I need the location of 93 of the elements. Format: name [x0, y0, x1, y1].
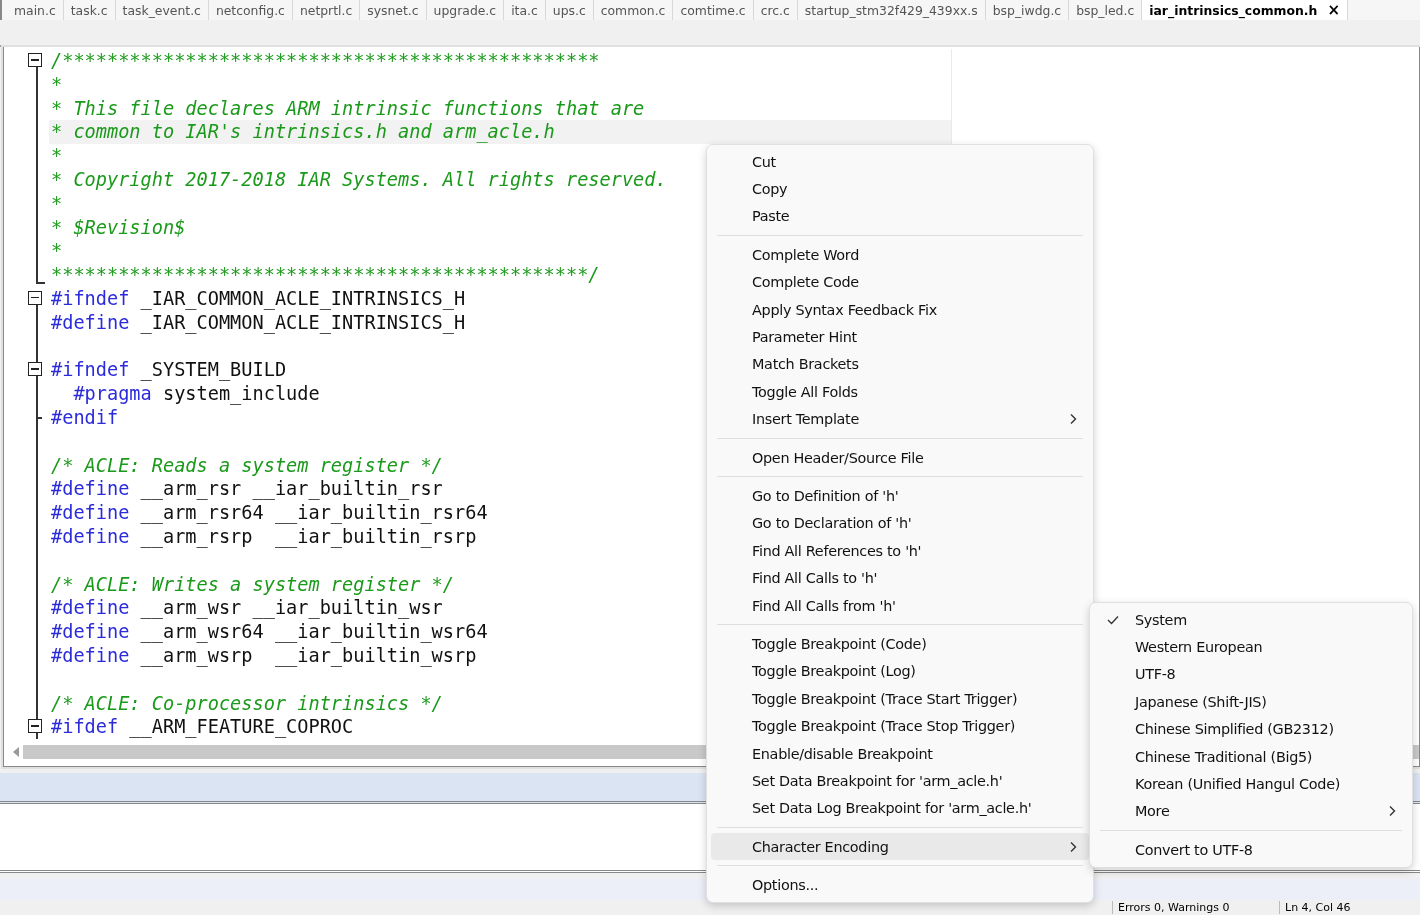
menu-item[interactable]: Japanese (Shift-JIS): [1094, 688, 1408, 716]
code-keyword: #define: [51, 502, 130, 524]
menu-item[interactable]: Cut: [711, 148, 1089, 176]
menu-item[interactable]: Toggle Breakpoint (Trace Start Trigger): [711, 685, 1089, 713]
file-tab[interactable]: sysnet.c: [360, 0, 427, 20]
menu-item[interactable]: Match Brackets: [711, 350, 1089, 379]
code-comment: * Copyright 2017-2018 IAR Systems. All rights reserved.: [51, 169, 667, 190]
menu-item[interactable]: Find All Calls to 'h': [711, 564, 1089, 592]
code-keyword: #define: [51, 644, 130, 666]
code-comment: /* ACLE: Co-processor intrinsics */: [51, 692, 443, 714]
menu-item[interactable]: Complete Code: [711, 268, 1089, 296]
collapse-icon[interactable]: [28, 719, 42, 734]
code-comment: * This file declares ARM intrinsic functions that are: [51, 97, 645, 119]
menu-item[interactable]: System: [1094, 606, 1408, 634]
menu-item[interactable]: Toggle Breakpoint (Code): [711, 630, 1089, 658]
code-comment: *: [51, 192, 63, 214]
menu-item[interactable]: Find All References to 'h': [711, 537, 1089, 565]
menu-item[interactable]: Insert Template: [711, 405, 1089, 433]
file-tab[interactable]: netprtl.c: [292, 0, 361, 20]
file-tab[interactable]: ita.c: [504, 0, 546, 20]
menu-item[interactable]: Character Encoding: [711, 833, 1089, 861]
menu-item[interactable]: Set Data Breakpoint for 'arm_acle.h': [711, 767, 1089, 795]
file-tab[interactable]: iar_intrinsics_common.h ×: [1142, 0, 1348, 20]
file-tab[interactable]: ups.c: [545, 0, 594, 20]
menu-item[interactable]: Apply Syntax Feedback Fix: [711, 295, 1089, 324]
file-tab[interactable]: bsp_iwdg.c: [985, 0, 1070, 20]
menu-item[interactable]: Toggle Breakpoint (Trace Stop Trigger): [711, 712, 1089, 740]
collapse-icon[interactable]: [28, 290, 42, 305]
code-text: __ARM_FEATURE_COPROC: [128, 716, 354, 738]
menu-item[interactable]: UTF-8: [1094, 660, 1408, 689]
code-keyword: #define: [51, 311, 130, 333]
file-tab[interactable]: crc.c: [753, 0, 798, 20]
file-tab[interactable]: comtime.c: [673, 0, 754, 20]
file-tab[interactable]: netconfig.c: [208, 0, 293, 20]
menu-item[interactable]: Western European: [1094, 633, 1408, 661]
file-tab[interactable]: task.c: [63, 0, 116, 20]
code-keyword: #endif: [51, 406, 119, 428]
menu-item[interactable]: Enable/disable Breakpoint: [711, 739, 1089, 768]
code-keyword: #define: [51, 478, 130, 500]
menu-item[interactable]: Toggle Breakpoint (Log): [711, 657, 1089, 686]
code-keyword: #ifndef: [51, 287, 130, 309]
menu-item[interactable]: Go to Declaration of 'h': [711, 509, 1089, 538]
file-tab[interactable]: main.c: [7, 0, 64, 20]
collapse-icon[interactable]: [28, 362, 42, 377]
menu-item[interactable]: Korean (Unified Hangul Code): [1094, 770, 1408, 798]
code-comment: *: [51, 240, 63, 262]
code-text: __arm_wsr __iar_builtin_wsr: [139, 597, 443, 619]
code-keyword: #define: [51, 525, 130, 547]
code-keyword: #ifdef: [51, 716, 119, 738]
menu-item[interactable]: Find All Calls from 'h': [711, 591, 1089, 620]
left-arrow-icon[interactable]: [13, 747, 19, 757]
file-tab[interactable]: upgrade.c: [426, 0, 505, 20]
menu-item[interactable]: Open Header/Source File: [711, 443, 1089, 472]
code-text: __arm_wsrp __iar_builtin_wsrp: [139, 644, 477, 666]
menu-item[interactable]: Complete Word: [711, 241, 1089, 269]
code-text: _IAR_COMMON_ACLE_INTRINSICS_H: [139, 287, 466, 309]
menu-item[interactable]: Paste: [711, 202, 1089, 231]
code-text: __arm_wsr64 __iar_builtin_wsr64: [139, 621, 488, 643]
code-comment: *: [51, 73, 63, 95]
file-tab[interactable]: task_event.c: [115, 0, 209, 20]
cursor-position: Ln 4, Col 46: [1279, 901, 1356, 914]
code-text: system_include: [161, 383, 320, 405]
code-comment: * $Revision$: [51, 216, 186, 238]
code-comment: * common to IAR's intrinsics.h and arm_acle.h: [51, 121, 555, 143]
menu-item[interactable]: Chinese Traditional (Big5): [1094, 742, 1408, 771]
file-tab[interactable]: startup_stm32f429_439xx.s: [797, 0, 986, 20]
menu-item[interactable]: Options...: [711, 871, 1089, 899]
errors-status: Errors 0, Warnings 0: [1112, 901, 1279, 914]
code-text: __arm_rsr __iar_builtin_rsr: [139, 478, 443, 500]
collapse-icon[interactable]: [28, 53, 42, 67]
menu-item[interactable]: Chinese Simplified (GB2312): [1094, 715, 1408, 743]
code-keyword: #define: [51, 597, 130, 619]
code-comment: ************************************************/: [51, 264, 600, 286]
code-text: __arm_rsr64 __iar_builtin_rsr64: [139, 502, 488, 524]
file-tab[interactable]: common.c: [593, 0, 674, 20]
menu-item[interactable]: More: [1094, 797, 1408, 826]
code-keyword: #define: [51, 621, 130, 643]
code-comment: /************************************************: [51, 50, 600, 71]
code-text: _SYSTEM_BUILD: [139, 359, 287, 381]
code-comment: *: [51, 145, 63, 167]
code-comment: /* ACLE: Reads a system register */: [51, 454, 443, 476]
menu-item[interactable]: Parameter Hint: [711, 323, 1089, 351]
menu-item[interactable]: Toggle All Folds: [711, 378, 1089, 406]
menu-item[interactable]: Copy: [711, 175, 1089, 203]
code-comment: /* ACLE: Writes a system register */: [51, 573, 454, 595]
menu-item[interactable]: Go to Definition of 'h': [711, 482, 1089, 510]
close-icon[interactable]: ×: [1327, 1, 1340, 19]
code-text: __arm_rsrp __iar_builtin_rsrp: [139, 525, 477, 547]
menu-item[interactable]: Convert to UTF-8: [1094, 836, 1408, 864]
menu-item[interactable]: Set Data Log Breakpoint for 'arm_acle.h': [711, 794, 1089, 822]
code-keyword: #pragma: [72, 383, 152, 405]
code-text: _IAR_COMMON_ACLE_INTRINSICS_H: [139, 311, 466, 333]
code-keyword: #ifndef: [51, 359, 130, 381]
